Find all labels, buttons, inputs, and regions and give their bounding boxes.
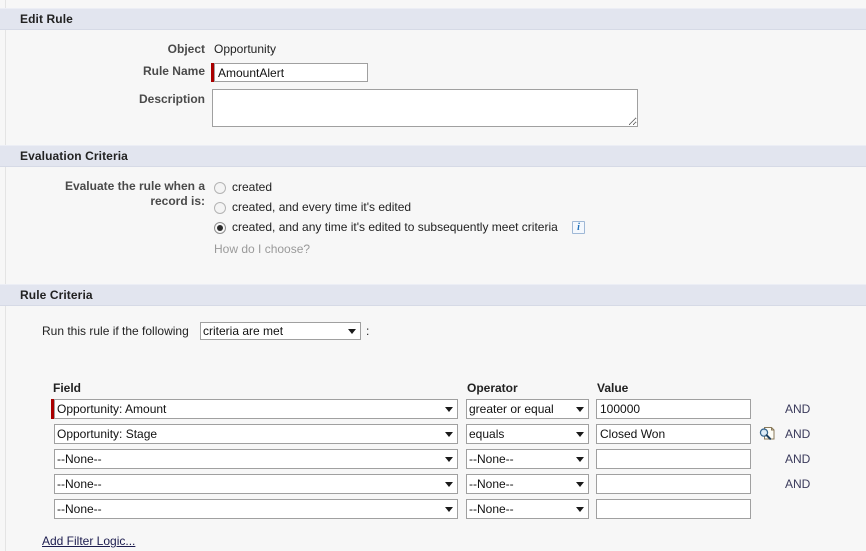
criteria-row-2-value-input[interactable] xyxy=(596,424,751,444)
criteria-row-1-field-wrap[interactable]: Opportunity: Amount xyxy=(54,399,458,419)
criteria-row-1-field-select[interactable]: Opportunity: Amount xyxy=(54,399,458,419)
criteria-row-1-operator-wrap[interactable]: greater or equal xyxy=(466,399,589,419)
column-header-operator: Operator xyxy=(467,381,518,395)
criteria-row-3-field-select[interactable]: --None-- xyxy=(54,449,458,469)
object-value: Opportunity xyxy=(214,42,277,56)
section-header-edit-rule: Edit Rule xyxy=(0,8,866,30)
description-textarea[interactable] xyxy=(212,89,638,127)
criteria-row-2-operator-wrap[interactable]: equals xyxy=(466,424,589,444)
criteria-row-5-field-wrap[interactable]: --None-- xyxy=(54,499,458,519)
radio-created-label: created xyxy=(232,180,273,194)
criteria-row-1-value-input[interactable] xyxy=(596,399,751,419)
radio-created-subsequently-meet-indicator[interactable] xyxy=(214,222,226,234)
and-label-2: AND xyxy=(785,427,811,441)
column-header-value: Value xyxy=(597,381,629,395)
run-rule-condition-select[interactable]: criteria are met xyxy=(200,322,361,340)
info-icon[interactable]: i xyxy=(572,221,585,234)
section-header-evaluation-criteria: Evaluation Criteria xyxy=(0,145,866,167)
criteria-row-3-field-wrap[interactable]: --None-- xyxy=(54,449,458,469)
lookup-icon[interactable] xyxy=(759,426,775,441)
criteria-row-2-field-wrap[interactable]: Opportunity: Stage xyxy=(54,424,458,444)
section-title-edit-rule: Edit Rule xyxy=(20,12,73,26)
and-label-1: AND xyxy=(785,402,811,416)
criteria-row-1-operator-select[interactable]: greater or equal xyxy=(466,399,589,419)
and-label-3: AND xyxy=(785,452,811,466)
section-title-evaluation-criteria: Evaluation Criteria xyxy=(20,149,128,163)
description-label: Description xyxy=(138,92,205,106)
criteria-row-5-value-input[interactable] xyxy=(596,499,751,519)
object-label: Object xyxy=(167,42,205,56)
criteria-row-3-operator-select[interactable]: --None-- xyxy=(466,449,589,469)
add-filter-logic-link[interactable]: Add Filter Logic... xyxy=(42,534,135,548)
and-label-4: AND xyxy=(785,477,811,491)
criteria-row-2-operator-select[interactable]: equals xyxy=(466,424,589,444)
criteria-row-4-field-select[interactable]: --None-- xyxy=(54,474,458,494)
run-rule-condition-wrap[interactable]: criteria are met xyxy=(200,322,361,340)
criteria-row-4-operator-wrap[interactable]: --None-- xyxy=(466,474,589,494)
radio-created-every-edit-indicator[interactable] xyxy=(214,202,226,214)
criteria-row-4-value-input[interactable] xyxy=(596,474,751,494)
criteria-row-4-operator-select[interactable]: --None-- xyxy=(466,474,589,494)
evaluate-rule-label-line1: Evaluate the rule when a xyxy=(64,179,205,193)
radio-created-every-edit-label: created, and every time it's edited xyxy=(232,200,412,214)
criteria-row-4-field-wrap[interactable]: --None-- xyxy=(54,474,458,494)
how-do-i-choose-text[interactable]: How do I choose? xyxy=(214,242,310,256)
column-header-field: Field xyxy=(53,381,82,395)
edit-rule-page: Edit Rule Object Opportunity Rule Name D… xyxy=(0,0,866,551)
criteria-row-3-value-input[interactable] xyxy=(596,449,751,469)
info-icon-glyph: i xyxy=(577,222,580,233)
criteria-row-2-field-select[interactable]: Opportunity: Stage xyxy=(54,424,458,444)
criteria-row-5-operator-select[interactable]: --None-- xyxy=(466,499,589,519)
content-left-border xyxy=(5,0,6,551)
section-title-rule-criteria: Rule Criteria xyxy=(20,288,93,302)
radio-created-indicator[interactable] xyxy=(214,182,226,194)
rule-name-label: Rule Name xyxy=(142,64,205,78)
radio-created-subsequently-meet-label: created, and any time it's edited to sub… xyxy=(232,220,558,234)
run-rule-intro-text: Run this rule if the following xyxy=(42,324,189,338)
evaluate-rule-label-line2: record is: xyxy=(150,194,205,208)
criteria-row-5-operator-wrap[interactable]: --None-- xyxy=(466,499,589,519)
criteria-row-5-field-select[interactable]: --None-- xyxy=(54,499,458,519)
run-rule-intro-suffix: : xyxy=(366,324,370,338)
criteria-row-3-operator-wrap[interactable]: --None-- xyxy=(466,449,589,469)
rule-name-input[interactable] xyxy=(214,63,368,82)
section-header-rule-criteria: Rule Criteria xyxy=(0,284,866,306)
